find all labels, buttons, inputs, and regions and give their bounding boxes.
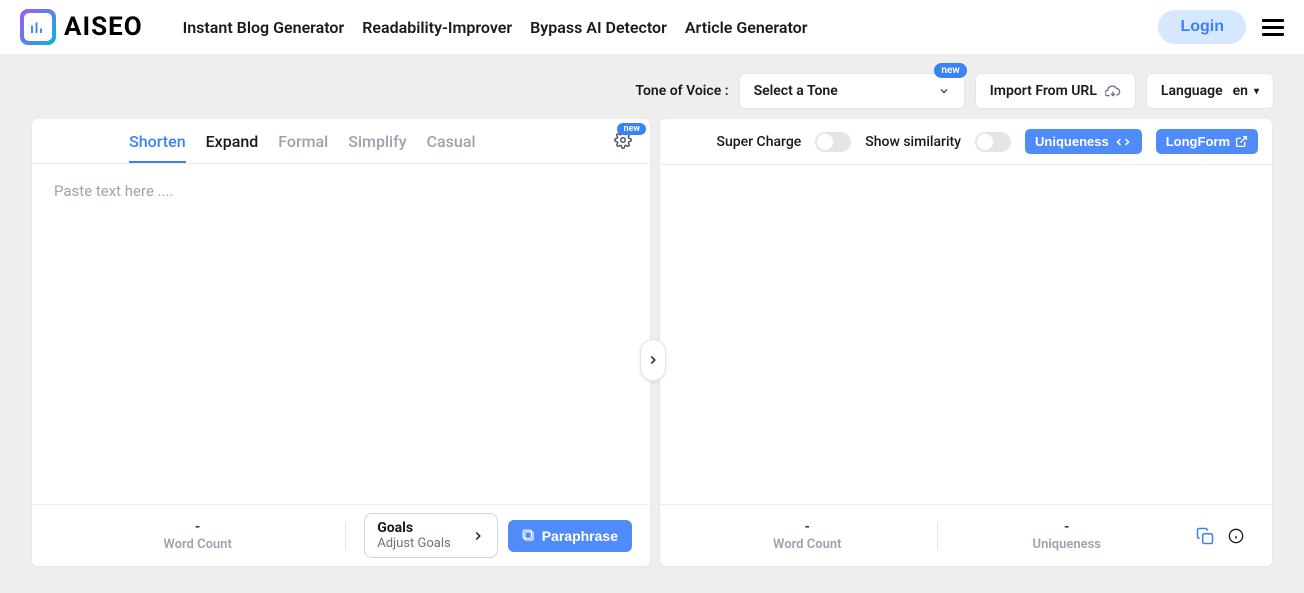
- goals-button[interactable]: Goals Adjust Goals: [364, 513, 498, 558]
- language-label: Language: [1161, 83, 1223, 99]
- similarity-toggle[interactable]: [975, 132, 1011, 152]
- word-count-label: Word Count: [50, 537, 345, 552]
- output-content: [660, 165, 1272, 504]
- uniqueness-stat: - Uniqueness: [938, 519, 1197, 552]
- nav-readability[interactable]: Readability-Improver: [362, 18, 512, 37]
- goals-title: Goals: [377, 520, 451, 536]
- logo[interactable]: AISEO: [20, 9, 143, 45]
- output-word-count-stat: - Word Count: [678, 519, 937, 552]
- tab-casual[interactable]: Casual: [427, 132, 476, 163]
- header: AISEO Instant Blog Generator Readability…: [0, 0, 1304, 55]
- uniqueness-label: Uniqueness: [938, 537, 1197, 552]
- tone-select[interactable]: Select a Tone: [739, 73, 965, 109]
- top-toolbar: Tone of Voice : new Select a Tone Import…: [0, 55, 1304, 119]
- longform-btn-label: LongForm: [1166, 134, 1230, 149]
- workspace: Shorten Expand Formal Simplify Casual ne…: [0, 119, 1304, 586]
- tone-select-wrapper: new Select a Tone: [739, 73, 965, 109]
- language-value: en: [1233, 83, 1248, 99]
- input-panel: Shorten Expand Formal Simplify Casual ne…: [32, 119, 650, 566]
- tone-label: Tone of Voice :: [635, 83, 728, 99]
- header-right: Login: [1158, 10, 1284, 44]
- gear-wrapper: new: [614, 131, 632, 163]
- tab-shorten[interactable]: Shorten: [129, 132, 186, 163]
- tone-select-value: Select a Tone: [754, 83, 838, 99]
- paraphrase-label: Paraphrase: [542, 528, 618, 544]
- word-count-stat: - Word Count: [50, 519, 345, 552]
- external-link-icon: [1235, 135, 1248, 148]
- logo-text: AISEO: [64, 12, 143, 42]
- output-word-count-value: -: [678, 519, 937, 535]
- tabs-row: Shorten Expand Formal Simplify Casual ne…: [32, 119, 650, 164]
- input-textarea[interactable]: [32, 164, 650, 504]
- word-count-value: -: [50, 519, 345, 535]
- nav-bypass-ai[interactable]: Bypass AI Detector: [530, 18, 667, 37]
- uniqueness-button[interactable]: Uniqueness: [1025, 129, 1142, 154]
- caret-down-icon: ▾: [1254, 86, 1259, 97]
- import-label: Import From URL: [990, 83, 1097, 99]
- login-button[interactable]: Login: [1158, 10, 1246, 44]
- logo-icon: [20, 9, 56, 45]
- output-word-count-label: Word Count: [678, 537, 937, 552]
- divider: [345, 522, 346, 550]
- output-footer: - Word Count - Uniqueness: [660, 504, 1272, 566]
- paraphrase-button[interactable]: Paraphrase: [508, 520, 632, 552]
- nav-instant-blog[interactable]: Instant Blog Generator: [183, 18, 345, 37]
- longform-button[interactable]: LongForm: [1156, 129, 1258, 154]
- similarity-label: Show similarity: [865, 134, 961, 150]
- nav-article-gen[interactable]: Article Generator: [685, 18, 808, 37]
- chevrons-icon: [1114, 136, 1132, 148]
- import-url-button[interactable]: Import From URL: [975, 73, 1136, 109]
- chevron-right-icon: [471, 529, 485, 543]
- input-footer: - Word Count Goals Adjust Goals Paraphra…: [32, 504, 650, 566]
- copy-icon[interactable]: [1196, 527, 1214, 545]
- tab-formal[interactable]: Formal: [278, 132, 328, 163]
- chevron-right-icon: [646, 353, 660, 367]
- language-select[interactable]: Language en ▾: [1146, 73, 1274, 109]
- paraphrase-icon: [522, 529, 536, 543]
- hamburger-icon[interactable]: [1262, 19, 1284, 36]
- supercharge-toggle[interactable]: [815, 132, 851, 152]
- uniqueness-btn-label: Uniqueness: [1035, 134, 1109, 149]
- info-icon[interactable]: [1228, 528, 1244, 544]
- goals-subtitle: Adjust Goals: [377, 536, 451, 551]
- output-footer-icons: [1196, 527, 1254, 545]
- uniqueness-value: -: [938, 519, 1197, 535]
- tab-expand[interactable]: Expand: [206, 132, 259, 163]
- panel-divider-handle[interactable]: [640, 339, 666, 381]
- tab-simplify[interactable]: Simplify: [348, 132, 406, 163]
- supercharge-label: Super Charge: [717, 134, 802, 150]
- gear-new-badge: new: [617, 123, 646, 135]
- nav-links: Instant Blog Generator Readability-Impro…: [183, 18, 808, 37]
- output-toolbar: Super Charge Show similarity Uniqueness …: [660, 119, 1272, 165]
- cloud-download-icon: [1105, 83, 1121, 99]
- chevron-down-icon: [938, 85, 950, 97]
- output-panel: Super Charge Show similarity Uniqueness …: [660, 119, 1272, 566]
- new-badge: new: [934, 63, 966, 78]
